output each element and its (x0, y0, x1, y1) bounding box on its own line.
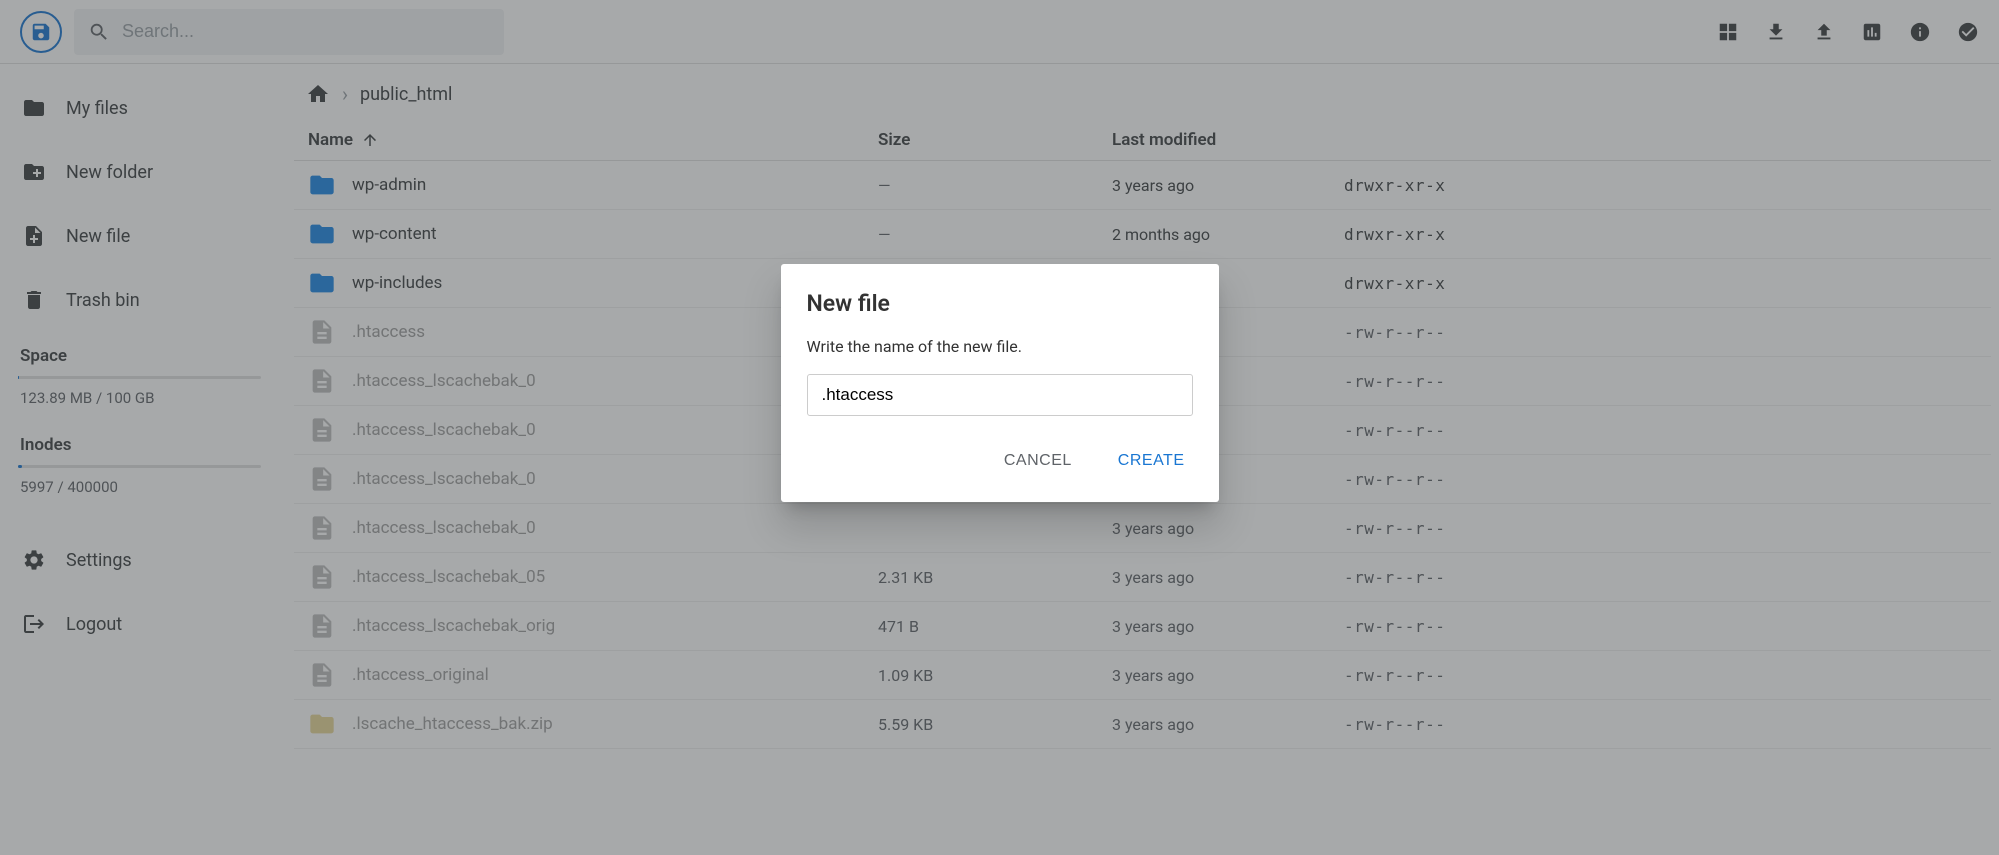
cancel-button[interactable]: CANCEL (996, 446, 1080, 476)
modal-overlay[interactable]: New file Write the name of the new file.… (0, 0, 1999, 855)
new-file-dialog: New file Write the name of the new file.… (781, 264, 1219, 502)
dialog-title: New file (807, 290, 1193, 317)
filename-input[interactable] (807, 374, 1193, 416)
dialog-prompt: Write the name of the new file. (807, 337, 1193, 356)
create-button[interactable]: CREATE (1110, 446, 1193, 476)
